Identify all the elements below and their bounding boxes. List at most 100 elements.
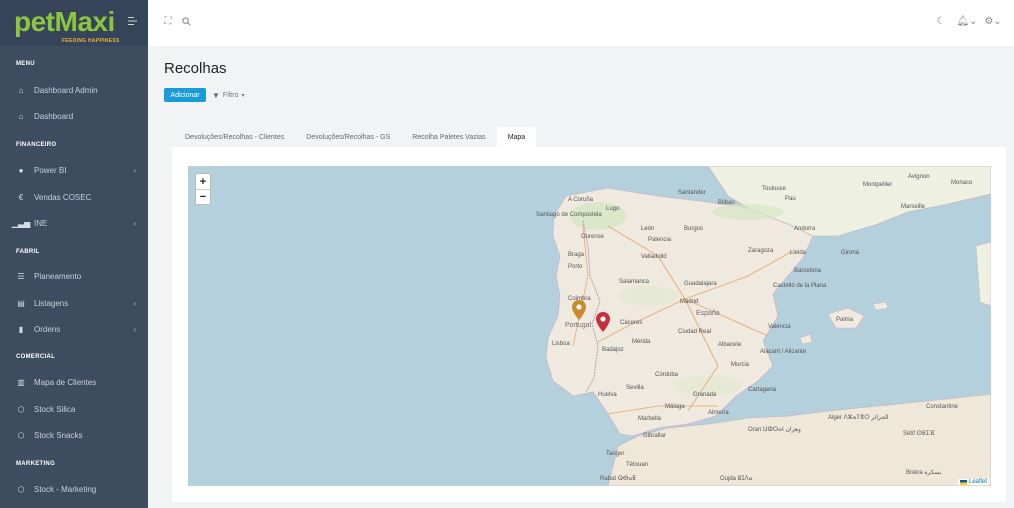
map-label-huelva: Huelva [598, 392, 617, 398]
home-icon: ⌂ [18, 85, 24, 95]
map-label-braga: Braga [568, 252, 585, 258]
cube-icon: ⬡ [17, 484, 25, 494]
map-marker-red[interactable] [596, 312, 610, 332]
tab-mapa[interactable]: Mapa [496, 127, 537, 147]
sidebar-item-mapa-de-clientes[interactable]: ▥ Mapa de Clientes [0, 373, 148, 391]
settings-gear-icon[interactable]: ⚙⌄ [982, 15, 1004, 27]
map-label-santander: Santander [678, 190, 706, 196]
sidebar-item-ordens[interactable]: ▮ Ordens › [0, 320, 148, 338]
map-label-guadalajara: Guadalajara [684, 281, 717, 287]
map-label-bilbao: Bilbao [718, 200, 735, 206]
cube-icon: ⬡ [17, 404, 25, 414]
map-label-castello: Castelló de la Plana [773, 283, 827, 289]
zoom-out-button[interactable]: − [196, 189, 210, 204]
map-view[interactable]: Portugal España Madrid Lisboa Sevilla Má… [188, 166, 991, 486]
menu-collapse-icon[interactable] [128, 16, 138, 26]
tab-recolha-paletes[interactable]: Recolha Paletes Vazias [401, 127, 496, 147]
sidebar-item-label: Stock Snacks [34, 430, 83, 440]
tab-bar: Devoluções/Recolhas - Clientes Devoluçõe… [174, 127, 537, 147]
map-label-porto: Porto [568, 264, 583, 270]
map-marker-orange[interactable] [572, 300, 586, 320]
map-label-merida: Mérida [632, 339, 651, 345]
map-label-constantine: Constantine [926, 404, 959, 410]
chevron-down-icon: ▾ [241, 92, 245, 99]
map-label-valencia: València [768, 324, 791, 330]
filter-dropdown[interactable]: ▼ Filtro ▾ [212, 88, 245, 102]
sidebar: petMaxi FEEDING HAPPINESS MENU ⌂ Dashboa… [0, 0, 148, 508]
sidebar-item-dashboard-admin[interactable]: ⌂ Dashboard Admin [0, 81, 148, 99]
green-area [618, 286, 678, 306]
sidebar-item-listagens[interactable]: ▤ Listagens › [0, 294, 148, 312]
sidebar-item-label: INE [34, 218, 48, 228]
map-label-lugo: Lugo [606, 206, 620, 212]
brand-logo[interactable]: petMaxi [14, 6, 115, 38]
map-label-leon: León [641, 226, 655, 232]
map-label-madrid: Madrid [680, 299, 699, 305]
sidebar-item-stock-snacks[interactable]: ⬡ Stock Snacks [0, 426, 148, 444]
map-label-palma: Palma [836, 317, 854, 323]
land-menorca [872, 301, 889, 311]
cube-icon: ⬡ [17, 430, 25, 440]
sidebar-item-dashboard[interactable]: ⌂ Dashboard [0, 107, 148, 125]
sidebar-item-label: Vendas COSEC [34, 192, 92, 202]
map-label-alicante: Alacant / Alicante [760, 349, 807, 355]
section-label-fabril: FABRIL [16, 249, 40, 255]
page-title: Recolhas [164, 60, 227, 77]
sidebar-item-vendas-cosec[interactable]: € Vendas COSEC [0, 188, 148, 206]
fullscreen-icon[interactable]: ⛶ [162, 15, 174, 27]
map-label-salamanca: Salamanca [619, 279, 650, 285]
chevron-right-icon: › [133, 165, 136, 175]
map-label-oujda: Oujda ⵓⵊⴷⴰ [720, 476, 753, 482]
map-label-alger: Alger ⴷⵣⴰⵢⴻⵔ الجزائر [828, 415, 889, 421]
map-label-lisboa: Lisboa [552, 341, 570, 347]
chevron-right-icon: › [133, 298, 136, 308]
euro-icon: € [18, 192, 24, 202]
section-label-financeiro: FINANCEIRO [16, 142, 57, 148]
map-label-rabat: Rabat ⵕⴱⴰⵟ [600, 476, 636, 482]
brand-tagline: FEEDING HAPPINESS [62, 38, 120, 44]
section-label-menu: MENU [16, 61, 35, 67]
map-label-toulouse: Toulouse [762, 186, 787, 192]
sidebar-item-label: Dashboard Admin [34, 85, 98, 95]
add-button[interactable]: Adicionar [164, 88, 206, 102]
section-label-marketing: MARKETING [16, 461, 56, 467]
dark-mode-icon[interactable]: ☾ [935, 15, 947, 27]
sidebar-item-power-bi[interactable]: ● Power BI › [0, 161, 148, 179]
map-label-murcia: Murcia [731, 362, 750, 368]
map-label-ciudad-real: Ciudad Real [678, 329, 712, 335]
sidebar-item-label: Ordens [34, 324, 61, 334]
filter-label: Filtro [222, 91, 239, 99]
chevron-right-icon: › [133, 218, 136, 228]
sidebar-item-stock-marketing[interactable]: ⬡ Stock - Marketing [0, 480, 148, 498]
search-icon[interactable] [180, 15, 192, 27]
sidebar-item-planeamento[interactable]: ☰ Planeamento [0, 267, 148, 285]
sidebar-item-label: Planeamento [34, 271, 82, 281]
bar-chart-icon: ▁▃▅ [11, 218, 31, 228]
map-label-badajoz: Badajoz [602, 347, 624, 353]
map-label-santiago: Santiago de Compostela [536, 212, 602, 218]
logo-bar: petMaxi FEEDING HAPPINESS [0, 0, 148, 46]
sidebar-item-stock-silica[interactable]: ⬡ Stock Silica [0, 400, 148, 418]
zoom-in-button[interactable]: + [196, 174, 210, 189]
map-label-cordoba: Córdoba [655, 372, 679, 378]
map-label-montpellier: Montpellier [863, 182, 893, 188]
tab-devolucoes-clientes[interactable]: Devoluções/Recolhas - Clientes [174, 127, 295, 147]
tab-devolucoes-gs[interactable]: Devoluções/Recolhas - GS [295, 127, 401, 147]
table-icon: ▤ [17, 298, 25, 308]
sidebar-item-label: Stock - Marketing [34, 484, 97, 494]
map-icon: ▥ [17, 377, 25, 387]
map-label-barcelona: Barcelona [794, 268, 822, 274]
map-label-cartagena: Cartagena [748, 387, 777, 393]
map-label-espana: España [696, 310, 720, 317]
land-sardinia [975, 241, 991, 307]
map-label-sevilla: Sevilla [626, 385, 644, 391]
map-label-marseille: Marseille [901, 204, 926, 210]
sidebar-item-ine[interactable]: ▁▃▅ INE › [0, 214, 148, 232]
notifications-bell-icon[interactable]: 🔔︎⌄ [956, 15, 978, 27]
map-label-biskra: Biskra بسكرة [906, 470, 942, 476]
map-attribution[interactable]: Leaflet [957, 479, 989, 485]
map-label-marbella: Marbella [638, 416, 662, 422]
map-label-albacete: Albacete [718, 342, 742, 348]
map-label-a-coruna: A Coruña [568, 197, 594, 203]
map-label-lleida: Lleida [790, 250, 807, 256]
